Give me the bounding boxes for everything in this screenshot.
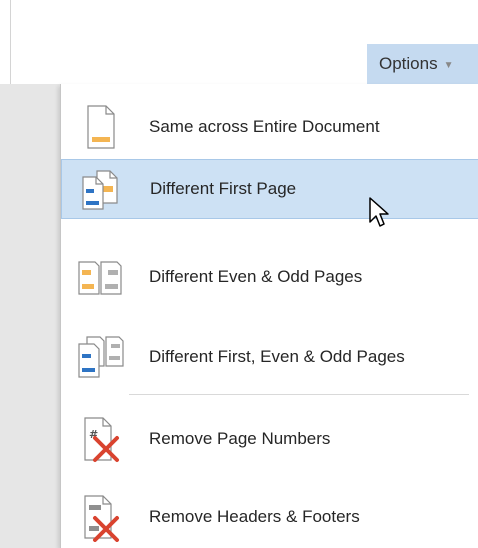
menu-item-remove-page-numbers[interactable]: # Remove Page Numbers [61,409,478,469]
menu-separator [129,394,469,395]
options-label: Options [379,54,438,73]
mouse-pointer-icon [369,197,389,227]
options-dropdown-button[interactable]: Options ▼ [367,44,478,84]
page-first-even-odd-icon [78,336,124,378]
page-same-icon [87,105,115,149]
menu-item-label: Remove Headers & Footers [149,507,360,526]
menu-item-label: Different First, Even & Odd Pages [149,347,405,366]
document-gutter [0,84,64,548]
menu-item-label: Remove Page Numbers [149,429,331,448]
menu-item-different-first-page[interactable]: Different First Page [61,159,478,219]
menu-item-different-first-even-odd[interactable]: Different First, Even & Odd Pages [61,327,478,387]
chevron-down-icon: ▼ [443,59,454,71]
page-different-first-icon [82,170,118,210]
menu-item-remove-headers-footers[interactable]: Remove Headers & Footers [61,487,478,547]
remove-page-numbers-icon: # [84,417,119,462]
options-menu: Same across Entire Document Different Fi… [60,84,478,548]
menu-item-label: Different First Page [150,179,297,198]
page-even-odd-icon [78,261,122,295]
remove-headers-footers-icon [84,495,119,542]
menu-item-label: Different Even & Odd Pages [149,267,363,286]
menu-item-label: Same across Entire Document [149,117,380,136]
menu-item-same-across-document[interactable]: Same across Entire Document [61,97,478,157]
menu-item-different-even-odd[interactable]: Different Even & Odd Pages [61,247,478,307]
